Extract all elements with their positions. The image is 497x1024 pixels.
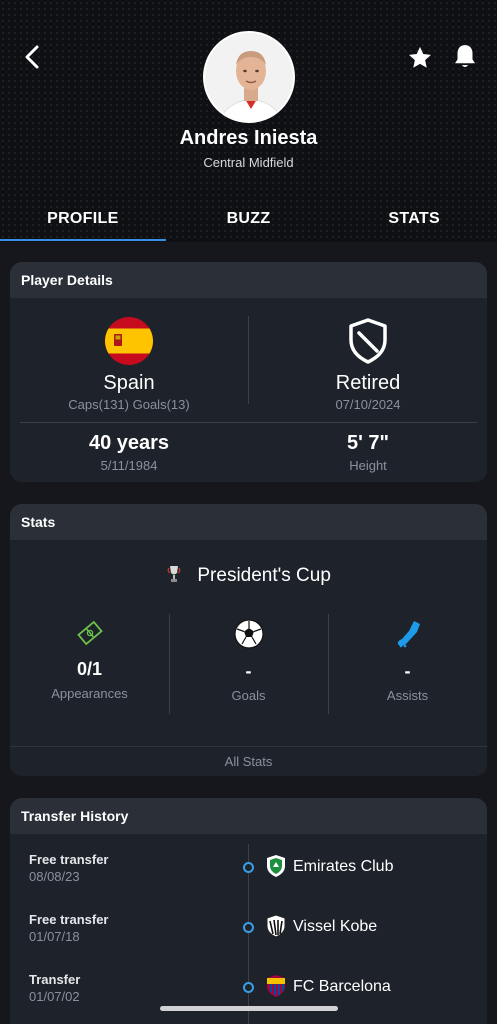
player-height: 5' 7" [346, 432, 390, 454]
transfer-type: Transfer [29, 972, 81, 987]
retirement-date: 07/10/2024 [335, 397, 401, 412]
trophy-icon [167, 566, 181, 582]
goals-stat: - Goals [169, 618, 328, 703]
favorite-button[interactable] [406, 44, 434, 72]
club-name: Vissel Kobe [293, 918, 378, 935]
timeline-dot [243, 982, 254, 993]
bell-icon [455, 45, 475, 67]
transfer-date: 01/07/02 [29, 989, 80, 1004]
player-details-card: Player Details Spain Caps(131) Goals(13) [10, 262, 487, 482]
details-divider-horizontal [20, 422, 477, 423]
transfer-history-card: Transfer History Free transfer 08/08/23 … [10, 798, 487, 1024]
competition-name: President's Cup [197, 565, 331, 586]
country-caps-goals: Caps(131) Goals(13) [68, 397, 190, 412]
home-indicator[interactable] [160, 1006, 338, 1011]
transfer-history-title: Transfer History [10, 798, 487, 834]
appearances-value: 0/1 [76, 659, 103, 679]
transfer-date: 01/07/18 [29, 929, 80, 944]
transfer-date: 08/08/23 [29, 869, 80, 884]
height-label: Height [349, 458, 387, 473]
profile-tabs: PROFILE BUZZ STATS [0, 200, 497, 242]
notifications-button[interactable] [450, 42, 480, 72]
appearances-label: Appearances [51, 686, 128, 701]
active-tab-indicator [0, 239, 166, 241]
club-name: FC Barcelona [293, 978, 391, 995]
pitch-icon [76, 620, 103, 646]
back-chevron-icon [25, 45, 39, 69]
player-age: 40 years [88, 432, 170, 454]
competition-selector[interactable]: President's Cup [10, 564, 487, 587]
back-button[interactable] [18, 42, 48, 72]
football-boot-icon [397, 621, 420, 648]
date-of-birth: 5/11/1984 [100, 458, 158, 473]
age-block: 40 years 5/11/1984 [10, 432, 248, 473]
club-crest-icon [267, 975, 285, 997]
all-stats-link[interactable]: All Stats [10, 746, 487, 776]
club-crest-icon [266, 914, 286, 938]
goals-label: Goals [231, 688, 266, 703]
assists-value: - [404, 661, 411, 681]
timeline-dot [243, 862, 254, 873]
timeline-dot [243, 922, 254, 933]
tab-buzz[interactable]: BUZZ [166, 200, 332, 242]
player-details-title: Player Details [10, 262, 487, 298]
soccer-ball-icon [233, 619, 264, 649]
club-name: Emirates Club [293, 858, 394, 875]
shield-icon [349, 318, 387, 364]
nationality-block: Spain Caps(131) Goals(13) [10, 298, 248, 412]
stats-title: Stats [10, 504, 487, 540]
club-crest-icon [267, 855, 285, 877]
star-icon [409, 46, 431, 68]
transfer-row[interactable]: Free transfer 08/08/23 Emirates Club [10, 852, 487, 892]
appearances-stat: 0/1 Appearances [10, 618, 169, 701]
tab-stats[interactable]: STATS [331, 200, 497, 242]
profile-header: Andres Iniesta Central Midfield PROFILE … [0, 0, 497, 242]
transfer-type: Free transfer [29, 912, 109, 927]
player-position: Central Midfield [203, 155, 294, 170]
height-block: 5' 7" Height [249, 432, 487, 473]
spain-flag-icon [105, 317, 153, 365]
status-block: Retired 07/10/2024 [249, 298, 487, 412]
country-name: Spain [103, 372, 155, 394]
career-status: Retired [335, 372, 401, 394]
transfer-type: Free transfer [29, 852, 109, 867]
player-avatar [203, 31, 295, 123]
tab-profile[interactable]: PROFILE [0, 200, 166, 242]
assists-stat: - Assists [328, 618, 487, 703]
transfer-row[interactable]: Free transfer 01/07/18 Vissel Kobe [10, 912, 487, 952]
stats-card: Stats President's Cup 0/1 Appearances - … [10, 504, 487, 776]
assists-label: Assists [386, 688, 429, 703]
goals-value: - [245, 661, 252, 681]
player-name: Andres Iniesta [179, 127, 318, 149]
